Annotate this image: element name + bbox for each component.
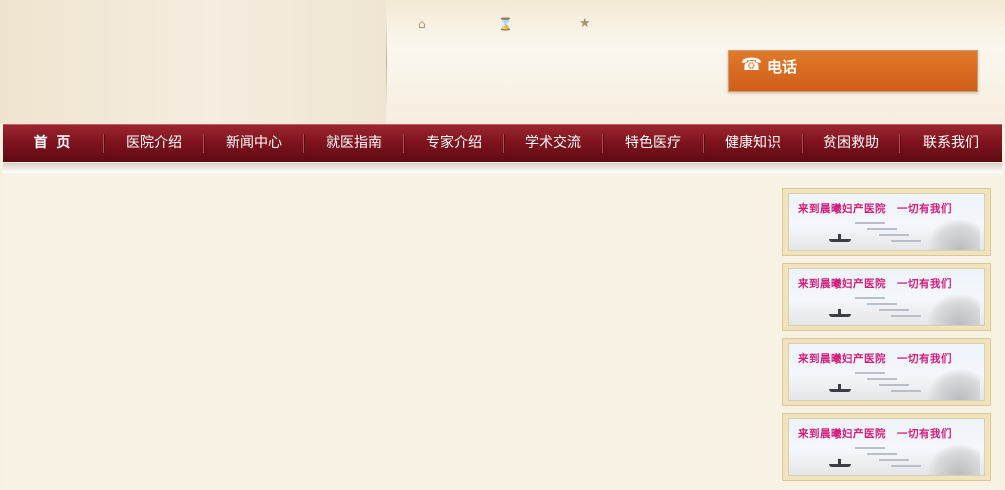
promo-banner[interactable]: 来到晨曦妇产医院 一切有我们: [782, 263, 991, 331]
promo-banner[interactable]: 来到晨曦妇产医院 一切有我们: [782, 413, 991, 481]
banner-text-line: [855, 447, 885, 449]
nav-item-news[interactable]: 新闻中心: [204, 125, 304, 162]
banner-text-line: [855, 297, 885, 299]
nav-item-home[interactable]: 首 页: [3, 125, 103, 162]
banner-text-line: [879, 384, 909, 386]
banner-text-line: [867, 378, 897, 380]
banner-title: 来到晨曦妇产医院 一切有我们: [798, 278, 952, 290]
nav-item-contact[interactable]: 联系我们: [900, 125, 1002, 162]
banner-text-line: [879, 459, 909, 461]
main-navigation: 首 页 医院介绍 新闻中心 就医指南 专家介绍 学术交流 特色医疗 健康知识 贫…: [3, 124, 1002, 162]
logo-area[interactable]: [0, 0, 386, 124]
bookmark-icon[interactable]: ⌛: [498, 16, 513, 32]
banner-text-line: [855, 372, 885, 374]
landscape-illustration: [928, 220, 980, 250]
banner-image: 来到晨曦妇产医院 一切有我们: [788, 418, 985, 476]
boat-illustration: [829, 384, 851, 392]
promo-banner[interactable]: 来到晨曦妇产医院 一切有我们: [782, 338, 991, 406]
boat-illustration: [829, 459, 851, 467]
promo-banner[interactable]: 来到晨曦妇产医院 一切有我们: [782, 188, 991, 256]
header-divider: [386, 14, 387, 110]
site-header: ⌂ ⌛ ★ ☎ 电话: [0, 0, 1005, 124]
nav-item-experts[interactable]: 专家介绍: [404, 125, 504, 162]
star-icon[interactable]: ★: [579, 16, 591, 32]
nav-item-hospital-intro[interactable]: 医院介绍: [104, 125, 204, 162]
banner-title: 来到晨曦妇产医院 一切有我们: [798, 428, 952, 440]
banner-title: 来到晨曦妇产医院 一切有我们: [798, 203, 952, 215]
banner-image: 来到晨曦妇产医院 一切有我们: [788, 268, 985, 326]
nav-item-specialty[interactable]: 特色医疗: [603, 125, 703, 162]
banner-text-line: [855, 222, 885, 224]
banner-text-line: [867, 228, 897, 230]
banner-text-line: [891, 465, 921, 467]
banner-title: 来到晨曦妇产医院 一切有我们: [798, 353, 952, 365]
phone-box: ☎ 电话: [728, 50, 978, 92]
banner-text-line: [867, 453, 897, 455]
landscape-illustration: [928, 370, 980, 400]
nav-item-medical-guide[interactable]: 就医指南: [304, 125, 404, 162]
nav-item-academic[interactable]: 学术交流: [504, 125, 602, 162]
banner-text-line: [879, 234, 909, 236]
boat-illustration: [829, 234, 851, 242]
nav-shadow: [3, 163, 1002, 173]
banner-text-line: [879, 309, 909, 311]
banner-image: 来到晨曦妇产医院 一切有我们: [788, 193, 985, 251]
banner-text-line: [891, 315, 921, 317]
nav-item-health-knowledge[interactable]: 健康知识: [704, 125, 802, 162]
banner-image: 来到晨曦妇产医院 一切有我们: [788, 343, 985, 401]
landscape-illustration: [928, 295, 980, 325]
banner-text-line: [867, 303, 897, 305]
phone-label: 电话: [767, 58, 798, 76]
home-icon[interactable]: ⌂: [418, 16, 426, 32]
landscape-illustration: [928, 445, 980, 475]
telephone-icon: ☎: [741, 55, 763, 75]
boat-illustration: [829, 309, 851, 317]
banner-text-line: [891, 390, 921, 392]
banner-text-line: [891, 240, 921, 242]
nav-item-poverty-aid[interactable]: 贫困救助: [803, 125, 899, 162]
